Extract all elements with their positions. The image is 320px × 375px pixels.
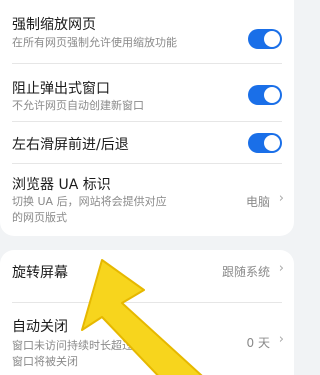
block-popups-title: 阻止弹出式窗口 xyxy=(12,81,110,97)
settings-group-main: 强制缩放网页 在所有网页强制允许使用缩放功能 阻止弹出式窗口 不允许网页自动创建… xyxy=(0,0,294,236)
toggle-knob xyxy=(264,31,280,47)
ua-title: 浏览器 UA 标识 xyxy=(12,177,111,193)
chevron-right-icon: › xyxy=(278,261,284,276)
force-zoom-desc: 在所有网页强制允许使用缩放功能 xyxy=(12,36,177,49)
chevron-right-icon: › xyxy=(278,191,284,206)
auto-close-title: 自动关闭 xyxy=(12,319,68,335)
chevron-right-icon: › xyxy=(278,332,284,347)
auto-close-desc-line2: 窗口将被关闭 xyxy=(12,355,78,368)
block-popups-toggle[interactable] xyxy=(248,85,282,105)
toggle-knob xyxy=(264,135,280,151)
block-popups-desc: 不允许网页自动创建新窗口 xyxy=(12,99,144,112)
ua-desc-line1: 切换 UA 后，网站将会提供对应 xyxy=(12,195,167,208)
pointer-arrow-icon xyxy=(81,259,203,375)
ua-value: 电脑 xyxy=(245,195,270,209)
swipe-nav-toggle[interactable] xyxy=(248,133,282,153)
force-zoom-toggle[interactable] xyxy=(248,29,282,49)
ua-desc-line2: 的网页版式 xyxy=(12,211,67,224)
rotate-title: 旋转屏幕 xyxy=(12,265,68,281)
toggle-knob xyxy=(264,87,280,103)
force-zoom-title: 强制缩放网页 xyxy=(12,17,96,33)
swipe-nav-title: 左右滑屏前进/后退 xyxy=(12,137,129,153)
browser-settings-screen: 强制缩放网页 在所有网页强制允许使用缩放功能 阻止弹出式窗口 不允许网页自动创建… xyxy=(0,0,306,375)
pointer-arrow-shape xyxy=(81,259,203,375)
